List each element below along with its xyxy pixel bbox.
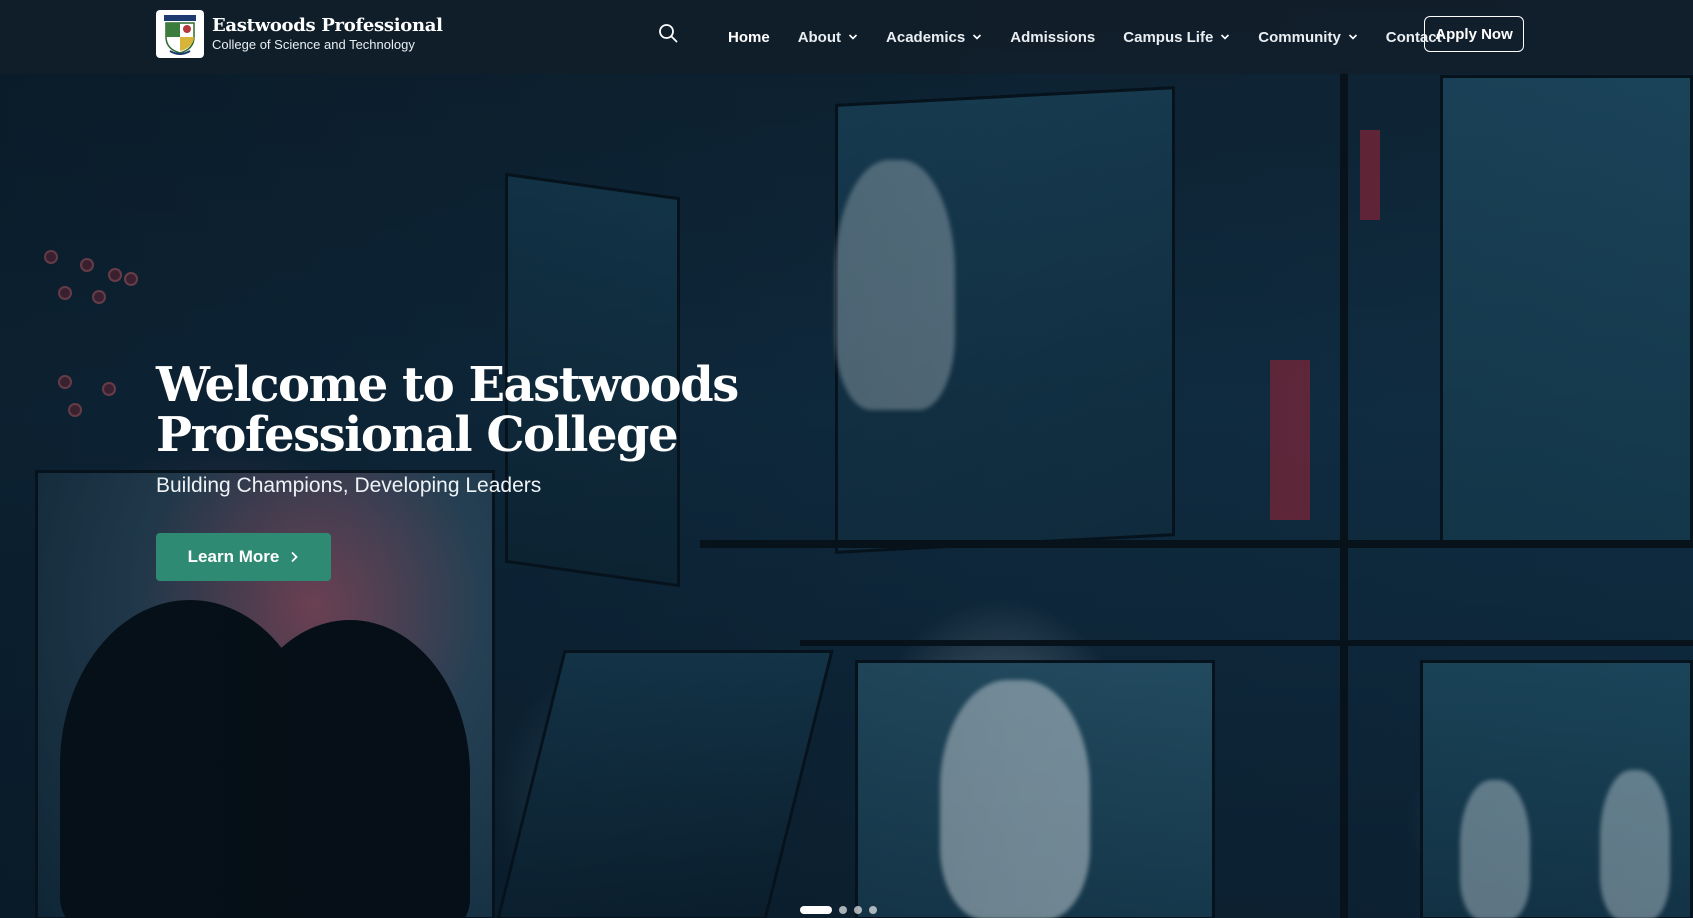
site-header: Eastwoods Professional College of Scienc… bbox=[0, 0, 1693, 74]
carousel-indicators bbox=[800, 906, 877, 914]
hero-title: Welcome to Eastwoods Professional Colleg… bbox=[156, 357, 739, 463]
carousel-indicator[interactable] bbox=[839, 906, 847, 914]
nav-item-label: Community bbox=[1258, 28, 1341, 46]
nav-item-academics[interactable]: Academics bbox=[886, 29, 982, 46]
chevron-down-icon bbox=[1348, 34, 1357, 40]
carousel-indicator[interactable] bbox=[800, 906, 832, 914]
learn-more-label: Learn More bbox=[187, 547, 280, 566]
chevron-down-icon bbox=[973, 34, 982, 40]
carousel-indicator[interactable] bbox=[854, 906, 862, 914]
nav-item-label: Campus Life bbox=[1123, 28, 1214, 46]
nav-item-label: Admissions bbox=[1010, 28, 1096, 46]
crest-icon bbox=[164, 15, 196, 55]
nav-item-label: Academics bbox=[886, 28, 966, 46]
brand-subtitle: College of Science and Technology bbox=[212, 37, 415, 52]
nav-item-campus-life[interactable]: Campus Life bbox=[1123, 29, 1230, 46]
carousel-indicator[interactable] bbox=[869, 906, 877, 914]
chevron-right-icon bbox=[291, 551, 299, 563]
brand-title: Eastwoods Professional bbox=[212, 15, 443, 36]
apply-now-button[interactable]: Apply Now bbox=[1424, 16, 1524, 52]
nav-item-about[interactable]: About bbox=[798, 29, 858, 46]
nav-item-label: About bbox=[797, 28, 842, 46]
brand-link[interactable]: Eastwoods Professional College of Scienc… bbox=[156, 10, 443, 58]
chevron-down-icon bbox=[848, 34, 858, 40]
learn-more-button[interactable]: Learn More bbox=[156, 533, 331, 581]
college-crest-logo bbox=[156, 10, 204, 58]
search-icon[interactable] bbox=[658, 23, 680, 45]
nav-item-label: Home bbox=[728, 28, 770, 46]
nav-item-community[interactable]: Community bbox=[1258, 29, 1358, 46]
hero-subtitle: Building Champions, Developing Leaders bbox=[156, 474, 542, 497]
chevron-down-icon bbox=[1221, 34, 1230, 40]
main-navigation: Home About Academics Admissions Campus L… bbox=[700, 0, 1442, 74]
nav-item-home[interactable]: Home bbox=[728, 29, 770, 46]
nav-item-admissions[interactable]: Admissions bbox=[1010, 29, 1095, 46]
